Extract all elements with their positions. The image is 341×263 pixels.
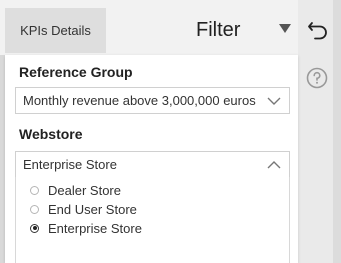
scrollbar-track[interactable]	[333, 0, 341, 263]
reference-group-select[interactable]: Monthly revenue above 3,000,000 euros	[15, 87, 290, 114]
radio-selected-icon[interactable]	[30, 223, 39, 233]
filter-panel: Reference Group Monthly revenue above 3,…	[5, 55, 298, 263]
reference-group-label: Reference Group	[19, 64, 133, 80]
webstore-label: Webstore	[19, 126, 83, 142]
option-label: End User Store	[48, 201, 137, 217]
chevron-up-icon	[267, 161, 281, 169]
webstore-select[interactable]: Enterprise Store	[15, 151, 290, 178]
tab-label: KPIs Details	[20, 23, 91, 38]
webstore-option-dealer-store[interactable]: Dealer Store	[30, 181, 121, 199]
undo-icon[interactable]	[306, 17, 330, 41]
webstore-options-list: Dealer Store End User Store Enterprise S…	[15, 177, 290, 263]
webstore-value: Enterprise Store	[23, 157, 117, 172]
option-label: Dealer Store	[48, 182, 121, 198]
tab-kpis-details[interactable]: KPIs Details	[5, 8, 106, 53]
caret-down-icon[interactable]	[279, 24, 291, 33]
reference-group-value: Monthly revenue above 3,000,000 euros	[23, 93, 256, 108]
help-icon[interactable]	[306, 67, 328, 89]
webstore-option-end-user-store[interactable]: End User Store	[30, 200, 137, 218]
chevron-down-icon	[267, 97, 281, 105]
radio-icon[interactable]	[30, 204, 39, 214]
webstore-option-enterprise-store[interactable]: Enterprise Store	[30, 219, 142, 237]
radio-icon[interactable]	[30, 185, 39, 195]
option-label: Enterprise Store	[48, 220, 142, 236]
filter-title: Filter	[196, 19, 241, 41]
